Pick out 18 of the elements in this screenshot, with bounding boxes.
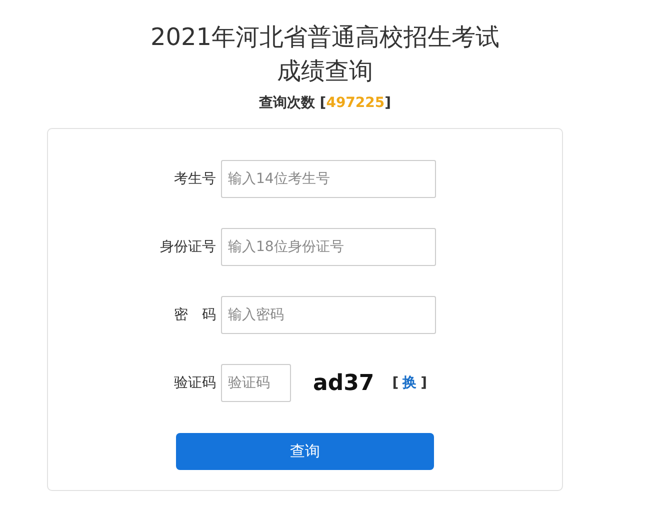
input-field[interactable]: 输入14位考生号 [221, 160, 436, 198]
counter-label: 查询次数 [ [258, 95, 326, 111]
field-label: 身份证号 [159, 238, 217, 256]
refresh-link[interactable]: 换 [402, 374, 417, 392]
input-field[interactable]: 输入18位身份证号 [221, 228, 436, 266]
query-button[interactable]: 查询 [176, 433, 434, 470]
input-field[interactable]: 输入密码 [221, 296, 436, 334]
field-label: 验证码 [173, 374, 217, 392]
field-label: 密 码 [173, 306, 217, 324]
page-title: 成绩查询 [277, 56, 373, 87]
query-count: 497225 [326, 95, 385, 111]
page-title: 2021年河北省普通高校招生考试 [150, 22, 500, 53]
bracket: [ [392, 375, 399, 391]
captcha-text: ad37 [313, 370, 374, 396]
bracket: ] [420, 375, 428, 391]
counter-bracket: ] [384, 95, 392, 111]
field-label: 考生号 [173, 170, 217, 188]
captcha-field[interactable]: 验证码 [221, 364, 291, 402]
